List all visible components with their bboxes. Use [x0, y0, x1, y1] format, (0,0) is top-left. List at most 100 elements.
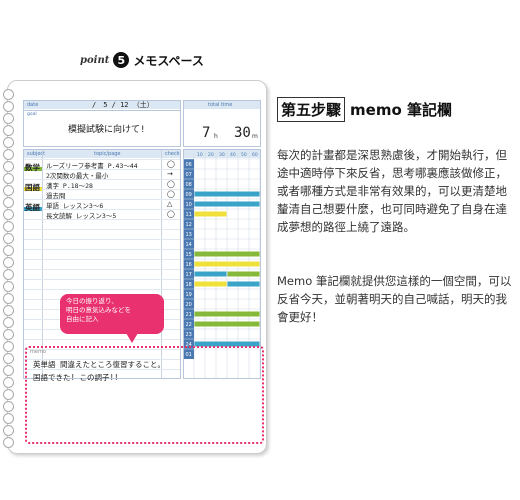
date-value: / 5 / 12 （土） [92, 101, 154, 109]
binder-ring [3, 185, 14, 196]
binder-ring [3, 125, 14, 136]
binder-ring [3, 257, 14, 268]
study-time-bar [194, 211, 227, 217]
memo-line-2: 国語できた! この調子!! [33, 373, 119, 382]
time-grid: 10 20 30 40 50 60 06 07 08 09 10 11 12 13 14 15 16 17 18 19… [183, 149, 261, 379]
topic-entry: 長文読解 レッスン3～5 [46, 212, 117, 220]
date-label: date [27, 102, 39, 108]
total-time-box: total time 7 h 30 m [183, 100, 261, 147]
callout-line-2: 明日の意気込みなどを [66, 306, 131, 314]
study-time-bar [227, 271, 260, 277]
binder-ring [3, 377, 14, 388]
hour-label: 06 [186, 162, 192, 168]
minute-tick: 30 [219, 152, 225, 158]
check-mark: ◯ [167, 180, 175, 188]
hour-label: 20 [186, 302, 192, 308]
hour-label: 19 [186, 292, 192, 298]
topic-entry: ルーズリーフ参考書 P.43～44 [46, 162, 138, 170]
time-grid-svg: 10 20 30 40 50 60 06 07 08 09 10 11 12 13 14 15 16 17 18 19… [184, 150, 260, 378]
check-mark: → [167, 170, 173, 178]
binder-ring [3, 173, 14, 184]
hour-label: 21 [186, 312, 192, 318]
binder-ring [3, 101, 14, 112]
topic-entry: 漢字 P.18～28 [46, 182, 93, 190]
hour-label: 07 [186, 172, 192, 178]
minutes-unit: m [252, 133, 258, 140]
subject-name: 国語 [25, 183, 40, 192]
binder-ring [3, 149, 14, 160]
binder-ring [3, 221, 14, 232]
callout-line-3: 自由に記入 [66, 315, 99, 323]
total-hours: 7 [202, 125, 211, 141]
point-number-badge: 5 [113, 52, 130, 68]
hour-label: 12 [186, 222, 192, 228]
binder-ring [3, 161, 14, 172]
section-title: メモスペース [133, 53, 204, 68]
hour-label: 17 [186, 272, 192, 278]
study-time-bar [194, 201, 260, 207]
hour-label: 08 [186, 182, 192, 188]
date-goal-box: date / 5 / 12 （土） goal 模擬試験に向けて! [23, 100, 181, 147]
title-rest: memo 筆記欄 [350, 100, 452, 119]
hour-label: 13 [186, 232, 192, 238]
hour-label: 18 [186, 282, 192, 288]
hour-label: 14 [186, 242, 192, 248]
binder-ring [3, 293, 14, 304]
hour-label: 16 [186, 262, 192, 268]
subject-name: 英語 [25, 203, 40, 212]
column-topic: topic/page [94, 151, 121, 157]
minute-tick: 50 [241, 152, 247, 158]
title-boxed: 第五步驟 [277, 96, 346, 122]
binder-ring [3, 233, 14, 244]
topic-entry: 2次関数の最大・最小 [46, 172, 109, 180]
article-title: 第五步驟 memo 筆記欄 [277, 96, 452, 122]
binder-ring [3, 401, 14, 412]
binder-ring [3, 389, 14, 400]
memo-line-1: 英単語 間違えたところ復習すること。 [33, 360, 166, 369]
section-heading: point 5 メモスペース [80, 50, 204, 70]
binder-ring [3, 365, 14, 376]
minute-tick: 20 [208, 152, 214, 158]
study-table: subject topic/page check 数学 ルーズリーフ参考書 P.4… [23, 149, 181, 379]
binder-ring [3, 329, 14, 340]
binder-ring [3, 353, 14, 364]
check-mark: △ [167, 200, 173, 208]
binder-ring [3, 305, 14, 316]
binder-ring [3, 245, 14, 256]
hour-label: 23 [186, 332, 192, 338]
goal-text: 模擬試験に向けて! [68, 125, 146, 135]
check-mark: ◯ [167, 190, 175, 198]
topic-entry: 過去問 [46, 192, 66, 200]
binder-ring [3, 281, 14, 292]
binder-ring [3, 269, 14, 280]
binder-ring [3, 437, 14, 448]
minute-tick: 40 [230, 152, 236, 158]
callout-line-1: 今日の振り返り、 [66, 297, 118, 305]
hour-label: 11 [186, 212, 192, 218]
total-minutes: 30 [234, 125, 251, 141]
study-time-bar [194, 311, 260, 317]
study-time-bar [194, 271, 227, 277]
memo-label: memo [30, 349, 46, 355]
binder-ring [3, 89, 14, 100]
memo-box: memo 英単語 間違えたところ復習すること。 国語できた! この調子!! [25, 346, 264, 444]
article-paragraph-2: Memo 筆記欄就提供您這樣的一個空間，可以反省今天，並朝著明天的自己喊話，明天… [277, 274, 512, 324]
binder-ring [3, 197, 14, 208]
subject-name: 数学 [25, 163, 40, 172]
goal-label: goal [27, 112, 37, 117]
total-time-label: total time [208, 102, 233, 108]
topic-entry: 単語 レッスン3～6 [46, 202, 104, 210]
hour-label: 22 [186, 322, 192, 328]
binder-ring [3, 137, 14, 148]
hour-label: 09 [186, 192, 192, 198]
binder-ring [3, 209, 14, 220]
hour-label: 15 [186, 252, 192, 258]
study-time-bar [194, 251, 260, 257]
study-time-bar [194, 261, 260, 267]
binder-ring [3, 113, 14, 124]
hour-label: 10 [186, 202, 192, 208]
minute-tick: 10 [197, 152, 203, 158]
check-mark: ◯ [167, 160, 175, 168]
memo-callout: 今日の振り返り、 明日の意気込みなどを 自由に記入 [60, 294, 164, 343]
binder-ring [3, 341, 14, 352]
